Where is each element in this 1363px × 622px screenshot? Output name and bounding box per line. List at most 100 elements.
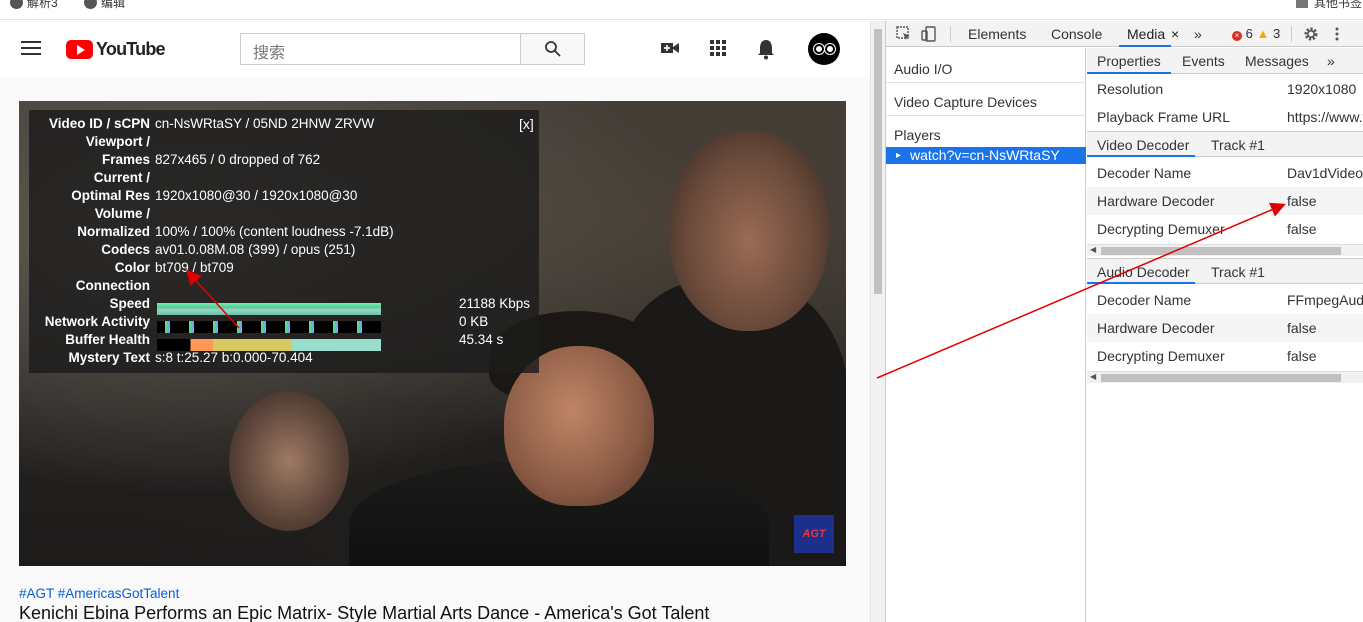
- scrollbar-thumb[interactable]: [874, 29, 882, 294]
- video-decoder-row: Decoder Name Dav1dVideoD: [1087, 159, 1363, 187]
- folder-icon: [1296, 0, 1308, 8]
- globe-icon: [10, 0, 23, 9]
- property-value: false: [1287, 221, 1317, 237]
- audio-decoder-tabbar: Audio Decoder Track #1: [1087, 258, 1363, 284]
- player-properties-panel: Properties Events Messages » Resolution …: [1087, 48, 1363, 622]
- stats-row: Optimal Res 1920x1080@30 / 1920x1080@30: [29, 187, 539, 205]
- apps-grid-icon[interactable]: [708, 38, 728, 58]
- audio-decoder-row: Decrypting Demuxer false: [1087, 342, 1363, 370]
- buffer-health-value: 45.34 s: [459, 332, 504, 347]
- other-bookmarks[interactable]: 其他书签: [1296, 0, 1362, 11]
- property-key: Decrypting Demuxer: [1097, 221, 1225, 237]
- bookmark-label: 编辑: [101, 0, 126, 10]
- buffer-health-graph: [157, 339, 381, 351]
- tab-properties[interactable]: Properties: [1097, 53, 1161, 69]
- youtube-play-icon: [66, 40, 93, 59]
- kebab-menu-icon[interactable]: [1333, 26, 1341, 42]
- property-row: Playback Frame URL https://www.y: [1087, 103, 1363, 131]
- stats-row: Viewport /: [29, 133, 539, 151]
- close-tab-icon[interactable]: ×: [1171, 26, 1179, 42]
- stats-value: 827x465 / 0 dropped of 762: [155, 152, 321, 167]
- more-panel-tabs-button[interactable]: »: [1327, 53, 1335, 69]
- network-activity-graph: [157, 321, 381, 333]
- tab-media-label: Media: [1127, 26, 1166, 42]
- more-tabs-button[interactable]: »: [1194, 26, 1202, 42]
- stats-row: Video ID / sCPN cn-NsWRtaSY / 05ND 2HNW Z…: [29, 115, 539, 133]
- globe-icon: [84, 0, 97, 9]
- tab-events[interactable]: Events: [1182, 53, 1225, 69]
- scroll-left-icon[interactable]: ◀: [1090, 245, 1096, 254]
- agt-badge: AGT: [794, 515, 834, 553]
- device-toolbar-icon[interactable]: [921, 26, 937, 42]
- tab-media[interactable]: Media ×: [1127, 26, 1179, 42]
- stats-label: Connection: [75, 278, 150, 293]
- other-bookmarks-label: 其他书签: [1314, 0, 1363, 10]
- media-sidebar: Audio I/O Video Capture Devices Players …: [886, 48, 1086, 622]
- horizontal-scrollbar[interactable]: ◀: [1087, 371, 1363, 383]
- devtools-tabbar: Elements Console Media × » × 6 ▲ 3: [886, 21, 1363, 47]
- stats-row: Frames 827x465 / 0 dropped of 762: [29, 151, 539, 169]
- youtube-logo[interactable]: YouTube: [66, 39, 166, 60]
- stats-value: av01.0.08M.08 (399) / opus (251): [155, 242, 356, 257]
- property-key: Hardware Decoder: [1097, 193, 1215, 209]
- tab-video-decoder[interactable]: Video Decoder: [1097, 137, 1189, 153]
- speed-graph: [157, 303, 381, 315]
- tab-elements[interactable]: Elements: [968, 26, 1026, 42]
- video-tags[interactable]: #AGT #AmericasGotTalent: [19, 586, 179, 601]
- sidebar-item-players[interactable]: Players: [894, 127, 941, 143]
- search-icon: [544, 41, 561, 57]
- audio-decoder-row: Decoder Name FFmpegAudi: [1087, 286, 1363, 314]
- horizontal-scrollbar[interactable]: ◀: [1087, 244, 1363, 256]
- stats-value: s:8 t:25.27 b:0.000-70.404: [155, 350, 313, 365]
- screen: 解析3 编辑 其他书签 YouTube 搜索 AGT #AGT #America…: [0, 0, 1363, 622]
- active-tab-indicator: [1087, 72, 1171, 74]
- property-value: https://www.y: [1287, 109, 1363, 125]
- property-value: false: [1287, 193, 1317, 209]
- page-scrollbar[interactable]: [870, 21, 885, 622]
- tab-video-track[interactable]: Track #1: [1211, 137, 1265, 153]
- sidebar-item-audio-io[interactable]: Audio I/O: [894, 61, 952, 77]
- scrollbar-thumb[interactable]: [1101, 247, 1341, 255]
- youtube-logo-text: YouTube: [96, 39, 166, 59]
- stats-label: Viewport /: [85, 134, 150, 149]
- stats-label: Optimal Res: [71, 188, 150, 203]
- scroll-left-icon[interactable]: ◀: [1090, 372, 1096, 381]
- error-count: 6: [1245, 26, 1253, 41]
- stats-row: Color bt709 / bt709: [29, 259, 539, 277]
- bookmark-item[interactable]: 编辑: [84, 0, 125, 11]
- bookmark-item[interactable]: 解析3: [10, 0, 58, 11]
- stats-row: Mystery Text s:8 t:25.27 b:0.000-70.404: [29, 349, 539, 367]
- stats-label: Video ID / sCPN: [48, 116, 150, 131]
- toolbar-divider: [950, 26, 951, 42]
- tab-audio-track[interactable]: Track #1: [1211, 264, 1265, 280]
- search-input[interactable]: 搜索: [240, 33, 521, 65]
- tab-console[interactable]: Console: [1051, 26, 1102, 42]
- active-tab-indicator: [1087, 282, 1195, 284]
- stats-label: Normalized: [77, 224, 150, 239]
- stats-row: Codecs av01.0.08M.08 (399) / opus (251): [29, 241, 539, 259]
- sidebar-divider: [886, 115, 1086, 116]
- bell-icon[interactable]: [756, 38, 776, 60]
- search-button[interactable]: [520, 33, 585, 65]
- error-icon: ×: [1232, 31, 1242, 41]
- stats-value: cn-NsWRtaSY / 05ND 2HNW ZRVW: [155, 116, 375, 131]
- tab-messages[interactable]: Messages: [1245, 53, 1309, 69]
- sidebar-player-watch[interactable]: watch?v=cn-NsWRtaSY: [886, 147, 1086, 164]
- tab-audio-decoder[interactable]: Audio Decoder: [1097, 264, 1190, 280]
- issues-counter[interactable]: × 6 ▲ 3: [1232, 26, 1280, 41]
- scrollbar-thumb[interactable]: [1101, 374, 1341, 382]
- property-value: false: [1287, 320, 1317, 336]
- menu-icon[interactable]: [21, 41, 41, 56]
- inspect-element-icon[interactable]: [896, 26, 912, 42]
- sidebar-item-video-capture[interactable]: Video Capture Devices: [894, 94, 1037, 110]
- bookmarks-bar: 解析3 编辑 其他书签: [0, 0, 1363, 20]
- settings-gear-icon[interactable]: [1303, 26, 1319, 42]
- stats-label: Volume /: [94, 206, 150, 221]
- avatar[interactable]: [808, 33, 840, 65]
- video-title: Kenichi Ebina Performs an Epic Matrix- S…: [19, 603, 710, 622]
- stats-value: bt709 / bt709: [155, 260, 234, 275]
- panel-tabbar: Properties Events Messages »: [1087, 48, 1363, 74]
- create-video-icon[interactable]: [660, 38, 680, 58]
- stats-value: 100% / 100% (content loudness -7.1dB): [155, 224, 394, 239]
- property-value: Dav1dVideoD: [1287, 165, 1363, 181]
